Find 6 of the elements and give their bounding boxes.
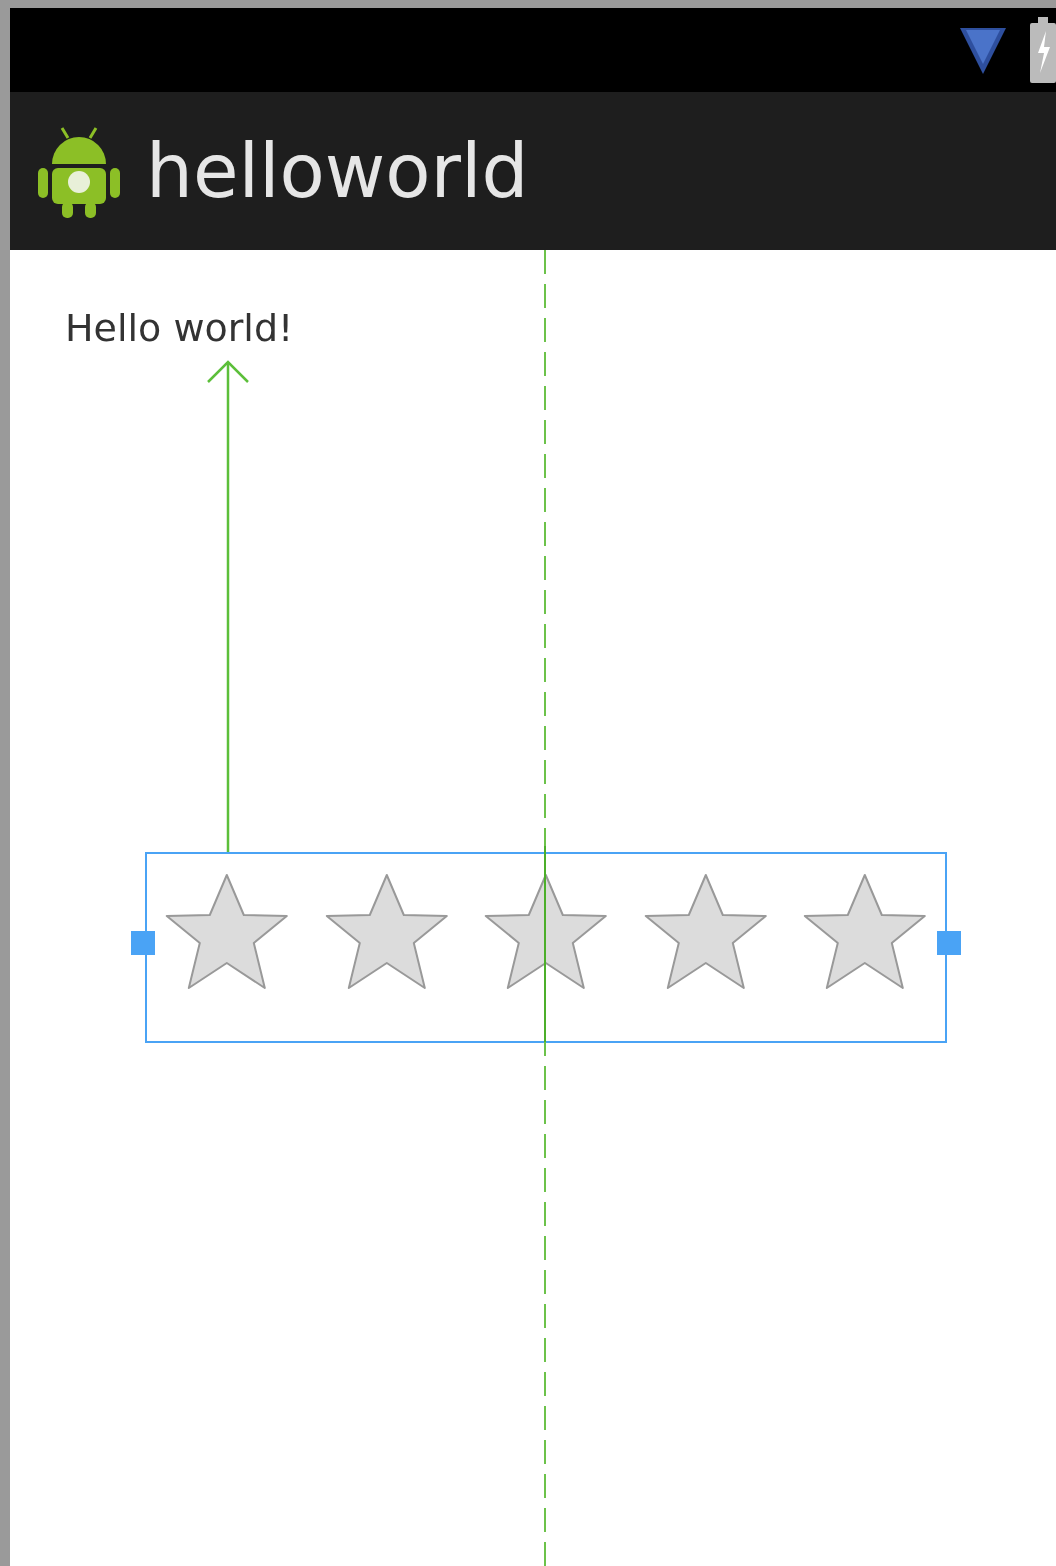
rating-bar[interactable] <box>145 852 947 1043</box>
battery-icon <box>1030 17 1056 83</box>
resize-handle[interactable] <box>131 931 155 955</box>
resize-handle[interactable] <box>937 931 961 955</box>
hello-world-text: Hello world! <box>65 305 294 352</box>
app-title: helloworld <box>146 134 529 208</box>
